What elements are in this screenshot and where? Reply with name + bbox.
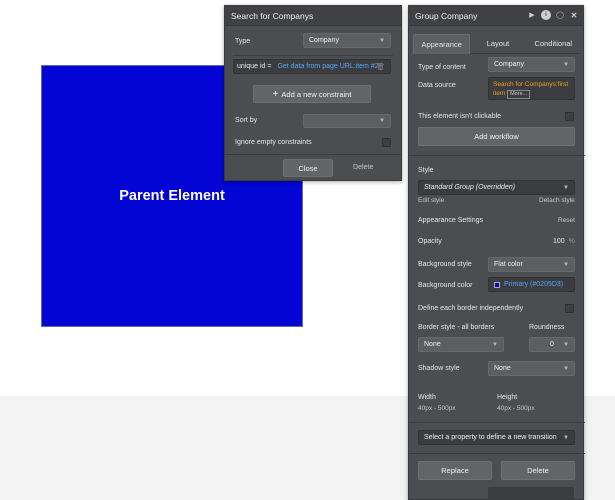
opacity-unit: % (568, 238, 575, 245)
tab-appearance[interactable]: Appearance (413, 34, 471, 54)
divider (409, 453, 585, 454)
background-color-value: Primary (#0205D3) (504, 281, 564, 288)
property-tabs: Appearance Layout Conditional (413, 34, 581, 54)
border-style-label: Border style - all borders (418, 324, 495, 331)
constraint-value[interactable]: Get data from page URL:item #2 (277, 63, 378, 70)
replace-button[interactable]: Replace (418, 461, 492, 480)
search-panel-title: Search for Companys (225, 6, 401, 26)
sort-by-dropdown[interactable]: ▼ (303, 114, 391, 128)
more-button[interactable]: More... (507, 90, 531, 99)
height-label: Height (497, 394, 518, 401)
sort-by-label: Sort by (235, 117, 258, 124)
data-source-label: Data source (418, 82, 456, 89)
delete-search-link[interactable]: Delete (353, 164, 373, 171)
detach-style-link[interactable]: Detach style (539, 197, 575, 204)
constraint-key: unique id = (237, 63, 272, 70)
dropdown-caret-icon: ▼ (563, 434, 569, 441)
ignore-empty-checkbox[interactable] (382, 138, 391, 147)
width-label: Width (418, 394, 436, 401)
dropdown-caret-icon: ▼ (563, 261, 569, 268)
opacity-value: 100 (553, 238, 565, 245)
header-icons: ▶ i ◯ ✕ (527, 10, 579, 20)
constraint-row[interactable]: unique id = Get data from page URL:item … (233, 59, 391, 74)
border-style-dropdown[interactable]: None ▼ (418, 337, 504, 352)
dropdown-caret-icon: ▼ (379, 118, 385, 124)
not-clickable-label: This element isn't clickable (418, 113, 502, 120)
style-value: Standard Group (Overridden) (424, 184, 516, 191)
transition-placeholder: Select a property to define a new transi… (424, 434, 557, 441)
search-for-companys-panel: Search for Companys Type Company ▼ uniqu… (224, 5, 402, 181)
add-constraint-label: Add a new constraint (281, 89, 352, 99)
data-source-line-2: item (493, 90, 506, 97)
border-style-value: None (424, 341, 441, 348)
tab-conditional[interactable]: Conditional (525, 34, 581, 54)
type-dropdown[interactable]: Company ▼ (303, 33, 391, 48)
ignore-empty-label: Ignore empty constraints (235, 139, 312, 146)
roundness-label: Roundness (529, 324, 565, 331)
roundness-value: 0 (550, 341, 554, 348)
background-color-picker[interactable]: Primary (#0205D3) (488, 277, 575, 292)
shadow-style-dropdown[interactable]: None ▼ (488, 361, 575, 376)
shadow-style-value: None (494, 365, 511, 372)
style-label: Style (418, 167, 434, 174)
type-of-content-value: Company (494, 61, 524, 68)
tab-layout[interactable]: Layout (470, 34, 526, 54)
appearance-settings-label: Appearance Settings (418, 217, 483, 224)
close-button[interactable]: Close (283, 159, 333, 177)
delete-element-button[interactable]: Delete (501, 461, 575, 480)
background-style-dropdown[interactable]: Flat color ▼ (488, 257, 575, 272)
dropdown-caret-icon: ▼ (563, 61, 569, 68)
type-of-content-label: Type of content (418, 64, 466, 71)
group-company-property-editor: Group Company ▶ i ◯ ✕ Appearance Layout … (408, 5, 585, 500)
add-constraint-button[interactable]: + Add a new constraint (253, 85, 371, 103)
dropdown-caret-icon: ▼ (563, 184, 569, 191)
parent-element-label: Parent Element (119, 188, 225, 204)
background-style-value: Flat color (494, 261, 523, 268)
define-border-label: Define each border independently (418, 305, 524, 312)
width-value[interactable]: 40px - 500px (418, 405, 456, 412)
divider (409, 155, 585, 156)
opacity-label: Opacity (418, 238, 442, 245)
type-dropdown-value: Company (309, 37, 339, 44)
not-clickable-checkbox[interactable] (565, 112, 574, 121)
color-swatch (494, 281, 500, 288)
type-of-content-dropdown[interactable]: Company ▼ (488, 57, 575, 72)
divider (233, 55, 393, 56)
transition-property-dropdown[interactable]: Select a property to define a new transi… (418, 430, 575, 445)
trash-icon[interactable]: 🗑 (376, 63, 385, 71)
edit-style-link[interactable]: Edit style (418, 197, 444, 204)
define-border-checkbox[interactable] (565, 304, 574, 313)
background-style-label: Background style (418, 261, 472, 268)
dropdown-caret-icon: ▼ (563, 341, 569, 348)
dropdown-caret-icon: ▼ (563, 365, 569, 372)
add-workflow-button[interactable]: Add workflow (418, 127, 575, 146)
plus-icon: + (272, 88, 279, 100)
opacity-field[interactable]: 100 % (553, 238, 575, 245)
divider (409, 422, 585, 423)
dropdown-caret-icon: ▼ (492, 341, 498, 348)
background-color-label: Background color (418, 282, 473, 289)
height-value[interactable]: 40px - 500px (497, 405, 535, 412)
data-source-expression[interactable]: Search for Companys:first item More... (488, 77, 575, 100)
play-icon[interactable]: ▶ (527, 10, 537, 20)
reset-link[interactable]: Reset (558, 217, 575, 224)
panel-bottom-bar (488, 487, 574, 500)
shadow-style-label: Shadow style (418, 365, 460, 372)
style-dropdown[interactable]: Standard Group (Overridden) ▼ (418, 180, 575, 195)
dropdown-caret-icon: ▼ (379, 37, 385, 44)
data-source-line-1: Search for Companys:first (493, 81, 569, 88)
close-icon[interactable]: ✕ (569, 10, 579, 20)
comment-icon[interactable]: ◯ (555, 10, 565, 20)
divider (225, 154, 401, 155)
roundness-field[interactable]: 0 ▼ (529, 337, 575, 352)
type-label: Type (235, 38, 251, 45)
info-icon[interactable]: i (541, 10, 551, 20)
